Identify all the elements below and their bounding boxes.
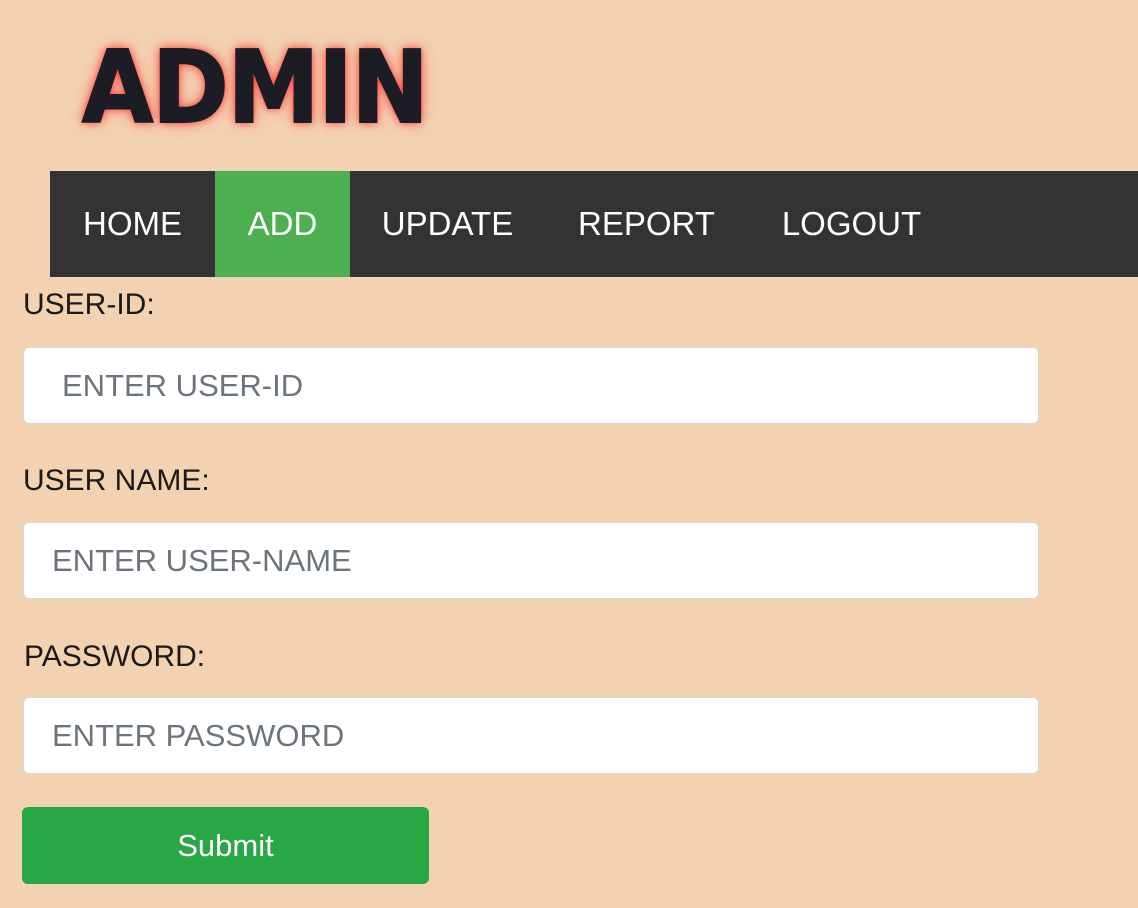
user-name-input[interactable]: [23, 522, 1039, 599]
nav-item-report[interactable]: REPORT: [545, 171, 748, 277]
user-id-input[interactable]: [23, 347, 1039, 424]
nav-item-logout[interactable]: LOGOUT: [748, 171, 955, 277]
password-input[interactable]: [23, 697, 1039, 774]
nav-item-home[interactable]: HOME: [50, 171, 215, 277]
admin-logo: ADMIN: [81, 29, 430, 146]
nav-item-add[interactable]: ADD: [215, 171, 350, 277]
main-navbar: HOME ADD UPDATE REPORT LOGOUT: [50, 171, 1138, 277]
nav-item-update[interactable]: UPDATE: [350, 171, 545, 277]
user-id-label: USER-ID:: [23, 288, 155, 321]
password-label: PASSWORD:: [24, 640, 206, 673]
submit-button[interactable]: Submit: [22, 807, 429, 884]
user-name-label: USER NAME:: [23, 464, 210, 497]
